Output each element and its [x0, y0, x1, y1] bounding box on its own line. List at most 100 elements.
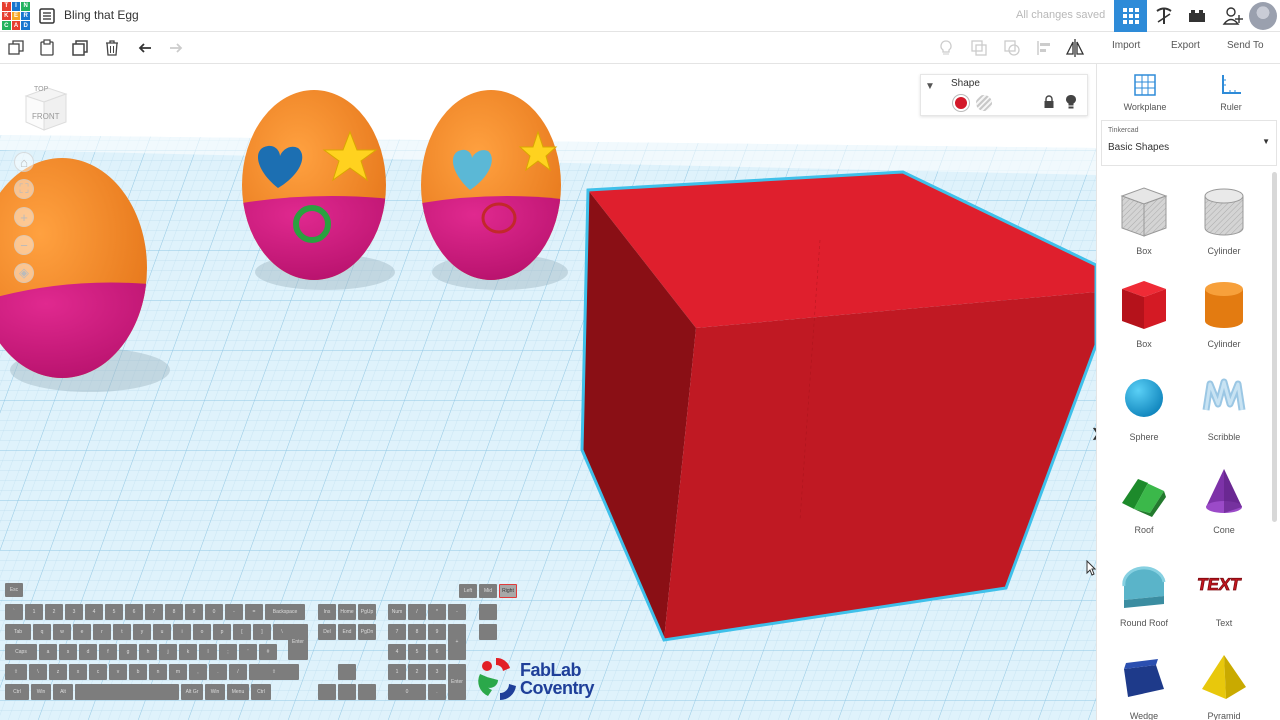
design-title[interactable]: Bling that Egg — [64, 8, 139, 22]
light-bulb-icon[interactable] — [1065, 94, 1077, 110]
shape-card-box[interactable]: Box — [1109, 277, 1179, 365]
logo-letter: A — [11, 21, 21, 30]
grid-icon — [1122, 8, 1139, 24]
ungroup-button[interactable] — [1001, 37, 1023, 59]
workplane-button[interactable]: Workplane — [1105, 72, 1185, 112]
mouse-wheel-down — [479, 624, 497, 640]
tinkercad-editor: TIN KER CAD Bling that Egg All changes sav… — [0, 0, 1280, 720]
viewcube-front-label: FRONT — [32, 112, 60, 121]
keyboard-key: q — [33, 624, 51, 640]
codeblocks-button[interactable] — [1147, 0, 1180, 32]
shape-card-cylinder-hole[interactable]: Cylinder — [1189, 184, 1259, 272]
keyboard-key: 3 — [428, 664, 446, 680]
keyboard-key: s — [59, 644, 77, 660]
box-shape-icon — [1109, 277, 1179, 333]
align-button[interactable] — [1033, 37, 1055, 59]
shape-card-cylinder[interactable]: Cylinder — [1189, 277, 1259, 365]
keyboard-key: k — [179, 644, 197, 660]
shape-card-wedge[interactable]: Wedge — [1109, 649, 1179, 720]
keyboard-key: m — [169, 664, 187, 680]
ruler-button[interactable]: Ruler — [1191, 72, 1271, 112]
keyboard-key: a — [39, 644, 57, 660]
invite-user-button[interactable] — [1216, 0, 1249, 32]
solid-color-button[interactable] — [953, 95, 969, 111]
workplane-label: Workplane — [1123, 102, 1167, 112]
shape-label: Cone — [1213, 525, 1235, 535]
home-view-button[interactable]: ⌂ — [14, 152, 34, 172]
coventry-text: Coventry — [520, 678, 595, 698]
keyboard-key — [75, 684, 179, 700]
hole-button[interactable] — [976, 95, 992, 111]
shape-card-cone[interactable]: Cone — [1189, 463, 1259, 551]
group-button[interactable] — [968, 37, 990, 59]
duplicate-button[interactable] — [69, 37, 91, 59]
cylinder-shape-icon — [1189, 277, 1259, 333]
key-left-arrow — [318, 684, 336, 700]
zoom-out-button[interactable]: − — [14, 235, 34, 255]
keyboard-key: 8 — [165, 604, 183, 620]
keyboard-key: 5 — [408, 644, 426, 660]
shape-library-dropdown[interactable]: Tinkercad Basic Shapes ▼ — [1101, 120, 1277, 166]
tinkercad-logo[interactable]: TIN KER CAD — [2, 2, 30, 30]
keyboard-key: PgUp — [358, 604, 376, 620]
keyboard-key: Tab — [5, 624, 31, 640]
notes-button[interactable] — [935, 37, 957, 59]
keyboard-key: * — [428, 604, 446, 620]
redo-button[interactable] — [165, 37, 187, 59]
keyboard-key: ] — [253, 624, 271, 640]
paste-button[interactable] — [36, 37, 58, 59]
sphere-shape-icon — [1109, 370, 1179, 426]
user-avatar[interactable] — [1249, 2, 1277, 30]
keyboard-key: e — [73, 624, 91, 640]
keyboard-key: 2 — [408, 664, 426, 680]
keyboard-key: - — [225, 604, 243, 620]
zoom-in-button[interactable]: + — [14, 207, 34, 227]
keyboard-key: f — [99, 644, 117, 660]
ruler-label: Ruler — [1220, 102, 1242, 112]
undo-button[interactable] — [134, 37, 156, 59]
design-list-icon[interactable] — [38, 7, 56, 25]
svg-text:TEXT: TEXT — [1196, 574, 1243, 594]
mirror-button[interactable] — [1064, 37, 1086, 59]
collapse-chevron-icon[interactable]: ▼ — [925, 81, 935, 92]
bricks-button[interactable] — [1180, 0, 1213, 32]
shape-card-scribble[interactable]: Scribble — [1189, 370, 1259, 458]
shape-card-text[interactable]: TEXT Text — [1189, 556, 1259, 644]
keyboard-key: n — [149, 664, 167, 680]
delete-button[interactable] — [101, 37, 123, 59]
keyboard-key: Ins — [318, 604, 336, 620]
shape-label: Wedge — [1129, 711, 1159, 720]
keyboard-key: 6 — [125, 604, 143, 620]
shape-card-box-hole[interactable]: Box — [1109, 184, 1179, 272]
workplane-icon — [1134, 74, 1156, 96]
keyboard-key: Num — [388, 604, 406, 620]
key-down-arrow — [338, 684, 356, 700]
shape-card-pyramid[interactable]: Pyramid — [1189, 649, 1259, 720]
brick-icon — [1188, 10, 1205, 22]
keyboard-key: y — [133, 624, 151, 640]
ortho-view-button[interactable]: ◈ — [14, 263, 34, 283]
shape-card-sphere[interactable]: Sphere — [1109, 370, 1179, 458]
keyboard-key: + — [448, 624, 466, 660]
text-shape-icon: TEXT — [1189, 556, 1259, 612]
light-bulb-icon — [940, 40, 952, 55]
lock-icon[interactable] — [1043, 95, 1055, 109]
fit-view-button[interactable]: ⛶ — [14, 179, 34, 199]
new-shape-button[interactable] — [5, 37, 27, 59]
shape-card-round-roof[interactable]: Round Roof — [1109, 556, 1179, 644]
3d-view-button[interactable] — [1114, 0, 1147, 32]
shape-card-roof[interactable]: Roof — [1109, 463, 1179, 551]
export-button[interactable]: Export — [1171, 40, 1200, 51]
send-to-button[interactable]: Send To — [1227, 40, 1264, 51]
keyboard-key: - — [448, 604, 466, 620]
keyboard-key: . — [428, 684, 446, 700]
undo-icon — [138, 43, 151, 53]
panel-scrollbar[interactable] — [1272, 172, 1277, 522]
import-button[interactable]: Import — [1112, 40, 1140, 51]
library-value: Basic Shapes — [1108, 142, 1170, 153]
mouse-button-left: Left — [459, 584, 477, 598]
keyboard-key: 9 — [428, 624, 446, 640]
shapes-panel: Workplane Ruler Tinkercad Basic Shapes ▼… — [1096, 64, 1280, 720]
keyboard-key: v — [109, 664, 127, 680]
shape-label: Pyramid — [1207, 711, 1241, 720]
